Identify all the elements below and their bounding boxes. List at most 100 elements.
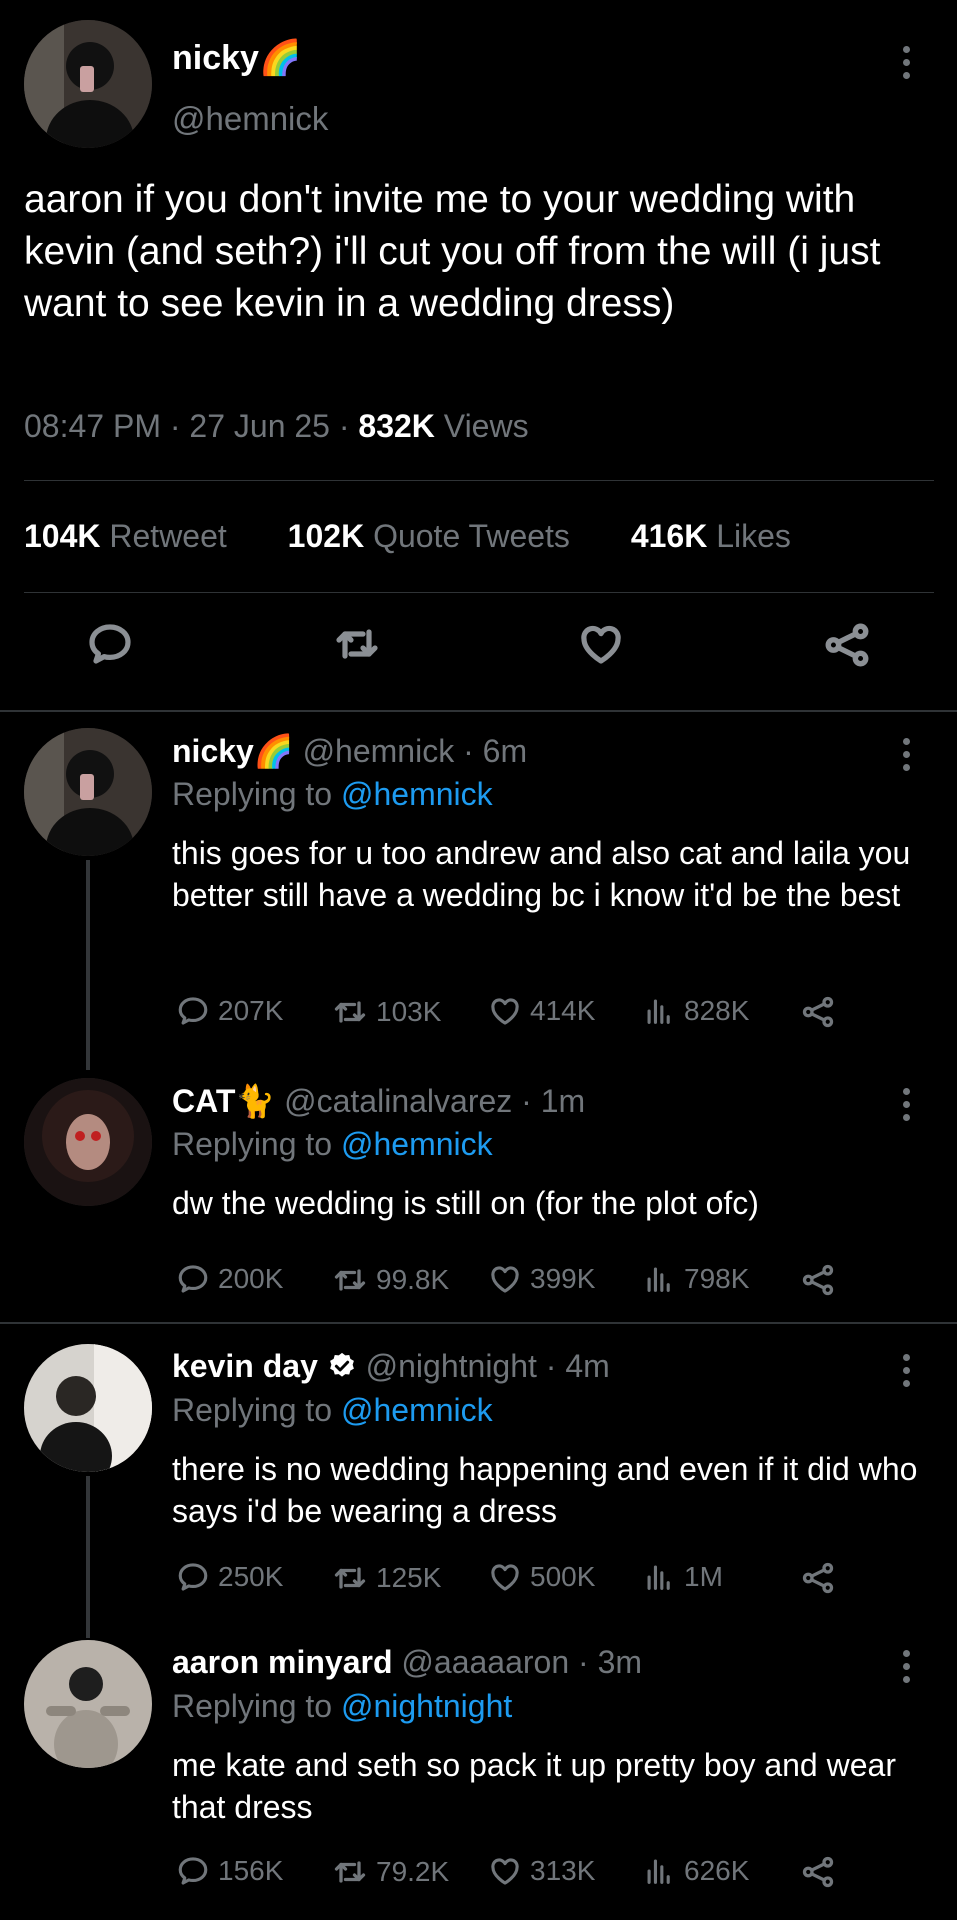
retweet-count: 125K [376, 1562, 442, 1593]
reply-share-action[interactable] [800, 1262, 836, 1298]
avatar[interactable] [24, 20, 152, 148]
retweets-stat[interactable]: 104K Retweet [24, 518, 253, 554]
reply-text: this goes for u too andrew and also cat … [172, 835, 911, 913]
reply-actions: 250K 125K 500K 1M [172, 1560, 872, 1600]
reply-author-name[interactable]: CAT🐈 [172, 1083, 275, 1119]
reply-author-name[interactable]: aaron minyard [172, 1644, 393, 1680]
reply-views-action[interactable]: 626K [642, 1854, 749, 1888]
likes-stat[interactable]: 416K Likes [631, 518, 817, 554]
views-count: 832K [358, 408, 435, 444]
reply-comment-action[interactable]: 207K [176, 994, 283, 1028]
quotes-label: Quote Tweets [373, 518, 570, 554]
reply-icon[interactable] [86, 620, 134, 673]
tweet-date: 27 Jun 25 [189, 408, 330, 444]
avatar[interactable] [24, 1078, 152, 1206]
reply-retweet-action[interactable]: 125K [332, 1560, 441, 1596]
like-icon [491, 998, 519, 1025]
divider [0, 710, 957, 712]
reply-like-action[interactable]: 414K [488, 994, 595, 1028]
like-count: 399K [530, 1263, 596, 1294]
reply-like-action[interactable]: 313K [488, 1854, 595, 1888]
like-count: 414K [530, 995, 596, 1026]
replying-to-handle[interactable]: @hemnick [341, 776, 493, 812]
like-icon[interactable] [577, 620, 625, 673]
verified-badge-icon [329, 1352, 354, 1377]
replying-to-handle[interactable]: @hemnick [341, 1126, 493, 1162]
reply-retweet-action[interactable]: 99.8K [332, 1262, 449, 1298]
reply-views-action[interactable]: 798K [642, 1262, 749, 1296]
author-handle[interactable]: @hemnick [172, 100, 328, 138]
avatar[interactable] [24, 728, 152, 856]
like-count: 313K [530, 1855, 596, 1886]
reply-retweet-action[interactable]: 103K [332, 994, 441, 1030]
retweet-count: 99.8K [376, 1264, 450, 1295]
reply-handle[interactable]: @nightnight [366, 1348, 537, 1384]
reply-author-name-text: nicky [172, 733, 254, 769]
replying-to-handle[interactable]: @nightnight [341, 1688, 512, 1724]
tweet-actions [0, 620, 957, 680]
reply-share-action[interactable] [800, 1854, 836, 1890]
views-count: 828K [684, 995, 750, 1026]
retweet-icon[interactable] [333, 620, 381, 673]
avatar[interactable] [24, 1344, 152, 1472]
reply-text: there is no wedding happening and even i… [172, 1451, 918, 1529]
comment-count: 156K [218, 1855, 284, 1886]
reply-age: 3m [597, 1644, 643, 1680]
avatar-image [24, 1640, 152, 1768]
reply-views-action[interactable]: 828K [642, 994, 749, 1028]
reply-like-action[interactable]: 500K [488, 1560, 595, 1594]
replying-to-handle[interactable]: @hemnick [341, 1392, 493, 1428]
reply-tweet[interactable]: CAT🐈 @catalinalvarez · 1m Replying to @h… [0, 1078, 957, 1308]
more-options-icon[interactable] [898, 1354, 914, 1393]
reply-tweet[interactable]: kevin day @nightnight · 4m Replying to @… [0, 1344, 957, 1634]
rainbow-icon: 🌈 [258, 39, 302, 77]
share-icon[interactable] [822, 620, 872, 675]
cat-icon: 🐈 [235, 1083, 276, 1119]
reply-header: aaron minyard @aaaaaron · 3m [172, 1644, 643, 1680]
reply-views-action[interactable]: 1M [642, 1560, 723, 1594]
quotes-count: 102K [287, 518, 365, 554]
comment-count: 250K [218, 1561, 284, 1592]
rainbow-icon: 🌈 [253, 733, 294, 769]
reply-tweet[interactable]: nicky🌈 @hemnick · 6m Replying to @hemnic… [0, 728, 957, 1048]
reply-comment-action[interactable]: 250K [176, 1560, 283, 1594]
views-count: 798K [684, 1263, 750, 1294]
replying-to: Replying to @hemnick [172, 776, 493, 813]
reply-author-name[interactable]: nicky🌈 [172, 733, 294, 769]
author-name[interactable]: nicky🌈 [172, 38, 301, 78]
reply-retweet-action[interactable]: 79.2K [332, 1854, 449, 1890]
more-options-icon[interactable] [898, 1650, 914, 1689]
reply-comment-action[interactable]: 200K [176, 1262, 283, 1296]
more-options-icon[interactable] [898, 1088, 914, 1127]
likes-label: Likes [716, 518, 791, 554]
reply-tweet[interactable]: aaron minyard @aaaaaron · 3m Replying to… [0, 1640, 957, 1920]
reply-author-name-text: kevin day [172, 1348, 318, 1384]
reply-header: CAT🐈 @catalinalvarez · 1m [172, 1083, 586, 1119]
avatar[interactable] [24, 1640, 152, 1768]
more-options-icon[interactable] [898, 738, 914, 777]
reply-share-action[interactable] [800, 994, 836, 1030]
retweets-label: Retweet [109, 518, 227, 554]
more-options-icon[interactable] [898, 46, 914, 85]
tweet-time: 08:47 PM [24, 408, 161, 444]
divider [0, 1322, 957, 1324]
reply-actions: 200K 99.8K 399K 798K [172, 1262, 872, 1302]
reply-handle[interactable]: @hemnick [303, 733, 455, 769]
reply-actions: 207K 103K 414K 828K [172, 994, 872, 1034]
reply-author-name[interactable]: kevin day [172, 1348, 318, 1384]
reply-share-action[interactable] [800, 1560, 836, 1596]
reply-comment-action[interactable]: 156K [176, 1854, 283, 1888]
like-count: 500K [530, 1561, 596, 1592]
reply-handle[interactable]: @catalinalvarez [284, 1083, 512, 1119]
reply-age: 1m [540, 1083, 586, 1119]
author-name-text: nicky [172, 39, 259, 77]
reply-author-name-text: aaron minyard [172, 1644, 393, 1680]
retweet-icon [334, 1269, 366, 1291]
retweet-count: 79.2K [376, 1856, 450, 1887]
retweet-count: 103K [376, 996, 442, 1027]
reply-like-action[interactable]: 399K [488, 1262, 595, 1296]
quotes-stat[interactable]: 102K Quote Tweets [288, 518, 596, 554]
views-icon [647, 1565, 670, 1590]
reply-handle[interactable]: @aaaaaron [401, 1644, 569, 1680]
views-icon [647, 1859, 670, 1884]
